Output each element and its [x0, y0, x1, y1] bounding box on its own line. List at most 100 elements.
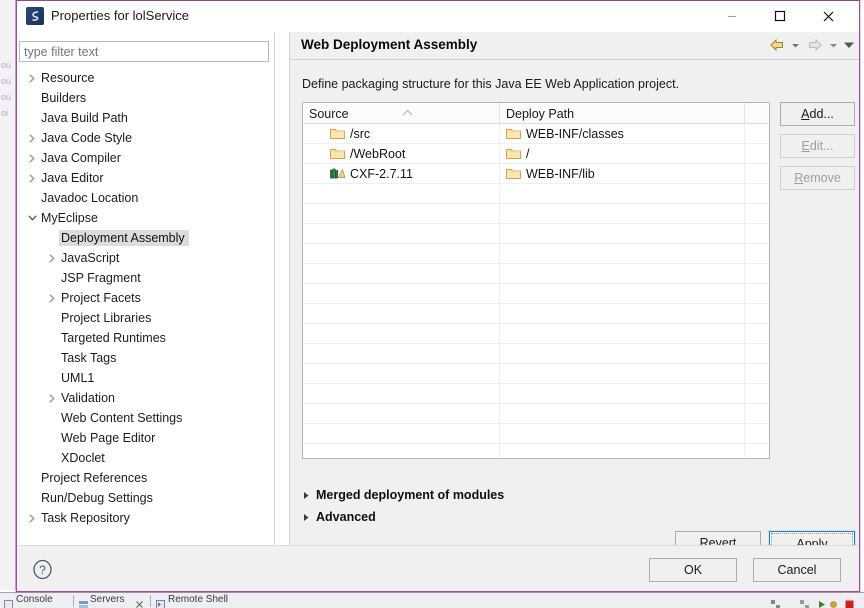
column-header-source[interactable]: Source [303, 103, 500, 124]
table-empty-row[interactable] [303, 384, 769, 404]
column-header-spacer [745, 103, 769, 124]
chevron-right-icon[interactable] [45, 248, 59, 268]
stop-icon[interactable] [845, 596, 854, 608]
table-empty-row[interactable] [303, 264, 769, 284]
tab-separator [150, 595, 151, 607]
minimize-button[interactable] [709, 1, 755, 31]
settings-tree[interactable]: Resource Builders Java Build Path Java Code… [17, 68, 274, 538]
sidebar-item-xdoclet[interactable]: XDoclet [17, 448, 274, 468]
play-icon[interactable] [817, 596, 826, 608]
sidebar-item-java-compiler[interactable]: Java Compiler [17, 148, 274, 168]
table-empty-row[interactable] [303, 404, 769, 424]
close-icon[interactable] [135, 596, 144, 608]
table-empty-row[interactable] [303, 284, 769, 304]
tab-servers[interactable]: Servers [90, 594, 124, 605]
toolbar-icon[interactable] [771, 596, 780, 608]
table-body[interactable]: /src WEB-INF/classes/WebRoot / CXF-2.7.11 WE… [303, 123, 769, 458]
sidebar-item-label: Project Facets [61, 291, 141, 305]
table-empty-row[interactable] [303, 444, 769, 458]
sidebar-item-label: Resource [41, 71, 95, 85]
sidebar-item-java-code-style[interactable]: Java Code Style [17, 128, 274, 148]
sidebar-item-project-facets[interactable]: Project Facets [17, 288, 274, 308]
sidebar-item-label: Project Libraries [61, 311, 152, 325]
table-empty-row[interactable] [303, 304, 769, 324]
sidebar-item-run-debug-settings[interactable]: Run/Debug Settings [17, 488, 274, 508]
pane-sash[interactable] [274, 32, 290, 545]
table-row[interactable]: /src WEB-INF/classes [303, 123, 769, 144]
toolbar-icon[interactable] [829, 596, 838, 608]
sidebar-item-label: Web Content Settings [61, 411, 183, 425]
backdrop-ghost-line: oi [1, 108, 9, 118]
filter-input[interactable] [20, 42, 268, 61]
sidebar-item-resource[interactable]: Resource [17, 68, 274, 88]
sidebar-item-javascript[interactable]: JavaScript [17, 248, 274, 268]
chevron-right-icon[interactable] [25, 168, 39, 188]
sidebar-item-builders[interactable]: Builders [17, 88, 274, 108]
view-menu-icon[interactable] [4, 596, 13, 608]
chevron-right-icon[interactable] [25, 128, 39, 148]
table-empty-row[interactable] [303, 244, 769, 264]
tree-twisty-spacer [25, 488, 39, 508]
sidebar-item-task-tags[interactable]: Task Tags [17, 348, 274, 368]
sidebar-item-project-libraries[interactable]: Project Libraries [17, 308, 274, 328]
tab-console[interactable]: Console [16, 594, 53, 605]
sidebar-item-web-content-settings[interactable]: Web Content Settings [17, 408, 274, 428]
chevron-down-icon[interactable] [25, 208, 39, 228]
help-question-icon[interactable]: ? [32, 559, 53, 580]
close-button[interactable] [805, 1, 851, 31]
sidebar-item-label: JSP Fragment [61, 271, 141, 285]
backdrop-ghost-line: ou [1, 92, 12, 102]
sidebar-item-label: Task Tags [61, 351, 117, 365]
chevron-right-icon[interactable] [45, 388, 59, 408]
tree-twisty-spacer [25, 188, 39, 208]
chevron-right-icon[interactable] [45, 288, 59, 308]
chevron-right-icon[interactable] [25, 148, 39, 168]
sidebar-item-task-repository[interactable]: Task Repository [17, 508, 274, 528]
table-empty-row[interactable] [303, 364, 769, 384]
back-menu-chevron-down-icon[interactable] [789, 35, 802, 55]
sidebar-item-targeted-runtimes[interactable]: Targeted Runtimes [17, 328, 274, 348]
table-empty-row[interactable] [303, 224, 769, 244]
table-row[interactable]: CXF-2.7.11 WEB-INF/lib [303, 163, 769, 184]
toolbar-icon[interactable] [800, 596, 809, 608]
chevron-right-icon[interactable] [25, 68, 39, 88]
expander-merged-deployment[interactable]: Merged deployment of modules [302, 488, 504, 502]
properties-dialog: Properties for lolService Resource Builde… [16, 0, 860, 592]
table-empty-row[interactable] [303, 184, 769, 204]
sidebar-item-web-page-editor[interactable]: Web Page Editor [17, 428, 274, 448]
edit-button: Edit... [780, 134, 855, 158]
table-empty-row[interactable] [303, 324, 769, 344]
view-menu-chevron-down-icon[interactable] [842, 35, 855, 55]
sidebar-item-uml1[interactable]: UML1 [17, 368, 274, 388]
sidebar-item-label: Run/Debug Settings [41, 491, 153, 505]
cancel-button[interactable]: Cancel [753, 558, 841, 582]
sidebar-item-project-references[interactable]: Project References [17, 468, 274, 488]
backdrop-left-strip [0, 0, 16, 590]
chevron-right-icon[interactable] [25, 508, 39, 528]
sidebar-item-deployment-assembly[interactable]: Deployment Assembly [17, 228, 274, 248]
tab-remote-shell[interactable]: Remote Shell [168, 594, 228, 605]
table-empty-row[interactable] [303, 344, 769, 364]
deployment-assembly-table[interactable]: Source Deploy Path /src WEB-INF/classes/W… [302, 102, 770, 459]
column-header-deploy-path[interactable]: Deploy Path [500, 103, 745, 124]
sidebar-item-myeclipse[interactable]: MyEclipse [17, 208, 274, 228]
sidebar-item-jsp-fragment[interactable]: JSP Fragment [17, 268, 274, 288]
sidebar-item-javadoc-location[interactable]: Javadoc Location [17, 188, 274, 208]
table-row[interactable]: /WebRoot / [303, 143, 769, 164]
expander-advanced[interactable]: Advanced [302, 510, 376, 524]
dialog-body: Resource Builders Java Build Path Java Code… [17, 32, 859, 555]
forward-menu-chevron-down-icon[interactable] [827, 35, 840, 55]
add-button[interactable]: Add... [780, 102, 855, 126]
sidebar-item-validation[interactable]: Validation [17, 388, 274, 408]
sidebar-item-java-build-path[interactable]: Java Build Path [17, 108, 274, 128]
ok-button[interactable]: OK [649, 558, 737, 582]
table-empty-row[interactable] [303, 204, 769, 224]
back-arrow-icon[interactable] [766, 35, 787, 55]
sidebar-item-java-editor[interactable]: Java Editor [17, 168, 274, 188]
folder-icon [330, 127, 347, 140]
table-empty-row[interactable] [303, 424, 769, 444]
sidebar-item-label: Java Code Style [41, 131, 133, 145]
tree-twisty-spacer [45, 428, 59, 448]
filter-box[interactable] [19, 41, 269, 62]
maximize-button[interactable] [757, 1, 803, 31]
